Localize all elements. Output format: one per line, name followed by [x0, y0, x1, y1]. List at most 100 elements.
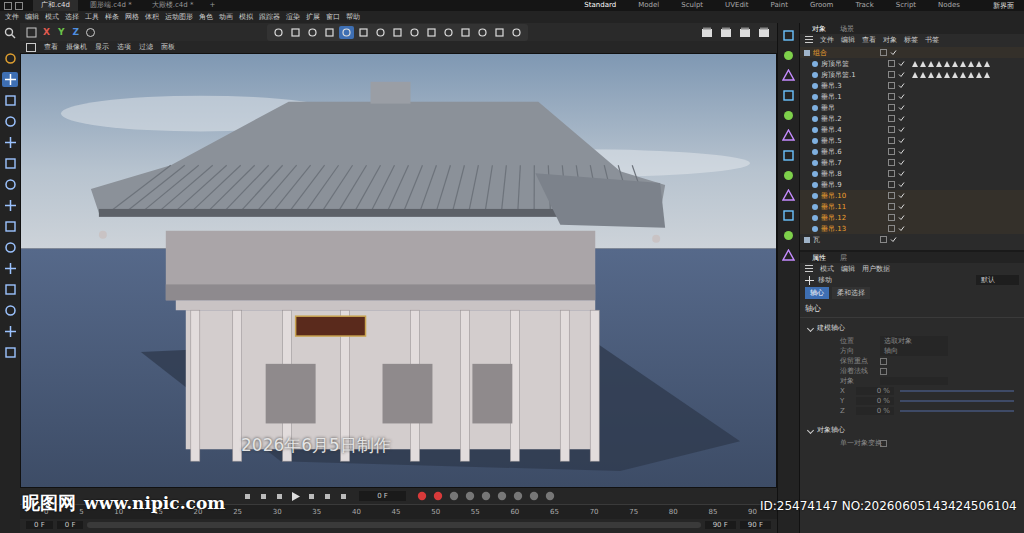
- tag-icon[interactable]: [944, 61, 950, 67]
- visibility-icon[interactable]: [880, 236, 887, 243]
- cylinder-icon[interactable]: [782, 49, 795, 62]
- manager-menu-item[interactable]: 标签: [904, 35, 918, 45]
- menu-item[interactable]: 渲染: [286, 12, 300, 22]
- menu-item[interactable]: 动画: [219, 12, 233, 22]
- enable-icon[interactable]: [898, 93, 905, 100]
- object-row[interactable]: 垂吊.9: [800, 179, 1024, 190]
- menu-item[interactable]: 帮助: [346, 12, 360, 22]
- axis-icon[interactable]: [2, 156, 18, 171]
- attribute-subtab[interactable]: 柔和选择: [832, 287, 870, 299]
- prev-key-icon[interactable]: [257, 490, 269, 502]
- checkbox[interactable]: [880, 440, 887, 447]
- render-settings-icon[interactable]: [737, 26, 752, 39]
- rotate-icon[interactable]: [2, 93, 18, 108]
- enable-icon[interactable]: [898, 126, 905, 133]
- grid-icon[interactable]: [407, 26, 422, 39]
- layout-tab[interactable]: Sculpt: [672, 0, 712, 11]
- measure-icon[interactable]: [2, 324, 18, 339]
- manager-tab[interactable]: 场景: [834, 24, 860, 34]
- layout-tab[interactable]: UVEdit: [716, 0, 757, 11]
- slider[interactable]: [900, 390, 1014, 392]
- tag-icon[interactable]: [920, 61, 926, 67]
- brush-icon[interactable]: [2, 240, 18, 255]
- hamburger-icon[interactable]: [805, 265, 813, 272]
- viewport[interactable]: 2026年6月5日制作: [20, 53, 777, 488]
- last-icon[interactable]: [337, 490, 349, 502]
- value-field[interactable]: 0 %: [856, 387, 894, 395]
- polygons-icon[interactable]: [322, 26, 337, 39]
- coordinate-system-icon[interactable]: [85, 27, 96, 38]
- enable-icon[interactable]: [890, 49, 897, 56]
- file-tab[interactable]: 圆形端.c4d *: [82, 0, 140, 11]
- scale-icon[interactable]: [2, 114, 18, 129]
- layout-tab[interactable]: Standard: [575, 0, 625, 12]
- enable-icon[interactable]: [898, 203, 905, 210]
- spline-icon[interactable]: [2, 198, 18, 213]
- undo-model-icon[interactable]: [271, 26, 286, 39]
- enable-icon[interactable]: [898, 225, 905, 232]
- object-row[interactable]: 房顶吊篮.1: [800, 69, 1024, 80]
- spline-pen-icon[interactable]: [782, 89, 795, 102]
- axis-lock-toggle[interactable]: Z: [70, 27, 81, 37]
- cloner-icon[interactable]: [782, 109, 795, 122]
- tag-icon[interactable]: [928, 61, 934, 67]
- material-icon[interactable]: [782, 249, 795, 262]
- enable-icon[interactable]: [898, 170, 905, 177]
- camera-add-icon[interactable]: [782, 209, 795, 222]
- magnet-icon[interactable]: [2, 303, 18, 318]
- tag-icon[interactable]: [944, 72, 950, 78]
- camera-icon[interactable]: [492, 26, 507, 39]
- next-key-icon[interactable]: [321, 490, 333, 502]
- visibility-icon[interactable]: [888, 192, 895, 199]
- visibility-icon[interactable]: [888, 181, 895, 188]
- visibility-icon[interactable]: [888, 225, 895, 232]
- field-icon[interactable]: [782, 169, 795, 182]
- tag-icon[interactable]: [912, 72, 918, 78]
- object-row[interactable]: 垂吊.10: [800, 190, 1024, 201]
- layout-tab[interactable]: Paint: [762, 0, 797, 11]
- new-tab-button[interactable]: +: [205, 0, 219, 11]
- tag-icon[interactable]: [952, 72, 958, 78]
- chevron-icon[interactable]: [807, 426, 814, 433]
- enable-icon[interactable]: [898, 181, 905, 188]
- render-queue-icon[interactable]: [756, 26, 771, 39]
- viewport-menu-item[interactable]: 查看: [44, 42, 58, 52]
- symmetry-icon[interactable]: [458, 26, 473, 39]
- sculpt-icon[interactable]: [2, 345, 18, 360]
- tag-icon[interactable]: [984, 61, 990, 67]
- viewport-menu-item[interactable]: 面板: [161, 42, 175, 52]
- tag-icon[interactable]: [976, 72, 982, 78]
- range-field[interactable]: 0 F: [57, 521, 84, 529]
- tag-icon[interactable]: [936, 61, 942, 67]
- undo-icon[interactable]: [4, 2, 12, 10]
- tag-icon[interactable]: [976, 61, 982, 67]
- range-slider[interactable]: [87, 522, 700, 528]
- tag-icon[interactable]: [936, 72, 942, 78]
- object-row[interactable]: 垂吊.4: [800, 124, 1024, 135]
- move-icon[interactable]: [2, 72, 18, 87]
- slider[interactable]: [900, 410, 1014, 412]
- object-row[interactable]: 垂吊.6: [800, 146, 1024, 157]
- layout-tab[interactable]: Model: [629, 0, 668, 11]
- tag-icon[interactable]: [928, 72, 934, 78]
- attribute-menu-item[interactable]: 模式: [820, 264, 834, 274]
- scale-key-icon[interactable]: [496, 490, 508, 502]
- cube-icon[interactable]: [782, 29, 795, 42]
- tag-icon[interactable]: [968, 72, 974, 78]
- enable-icon[interactable]: [898, 214, 905, 221]
- coordinate-icon[interactable]: [2, 177, 18, 192]
- snap-toggle-icon[interactable]: [441, 26, 456, 39]
- object-row[interactable]: 垂吊.13: [800, 223, 1024, 234]
- enable-icon[interactable]: [898, 148, 905, 155]
- generator-icon[interactable]: [782, 129, 795, 142]
- manager-menu-item[interactable]: 查看: [862, 35, 876, 45]
- prev-icon[interactable]: [273, 490, 285, 502]
- menu-item[interactable]: 跟踪器: [259, 12, 280, 22]
- object-row[interactable]: 垂吊.5: [800, 135, 1024, 146]
- object-row[interactable]: 组合: [800, 47, 1024, 58]
- dropdown-field[interactable]: 选取对象: [880, 336, 948, 346]
- object-row[interactable]: 垂吊.11: [800, 201, 1024, 212]
- checkbox[interactable]: [880, 358, 887, 365]
- enable-icon[interactable]: [890, 236, 897, 243]
- object-row[interactable]: 垂吊.7: [800, 157, 1024, 168]
